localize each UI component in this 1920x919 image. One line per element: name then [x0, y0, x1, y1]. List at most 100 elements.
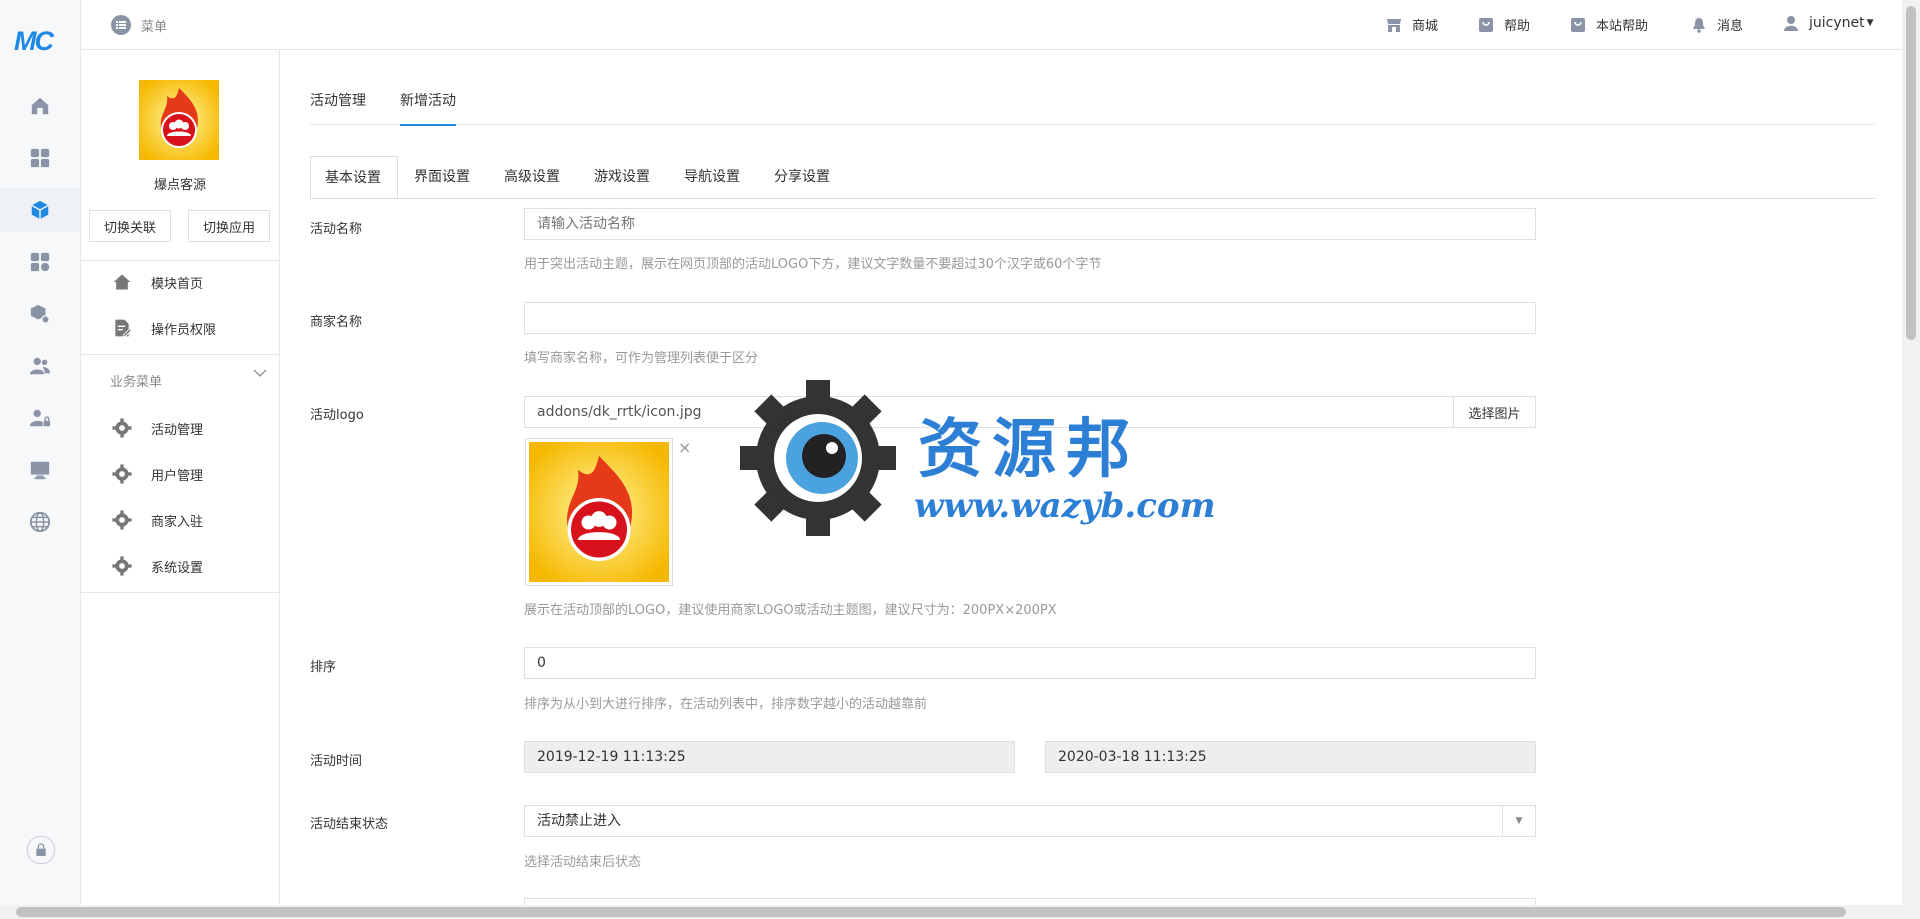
user-name: juicynet	[1809, 15, 1865, 31]
user-icon	[1784, 16, 1798, 31]
divider	[81, 354, 279, 355]
gear-icon	[111, 417, 133, 439]
nav-shop[interactable]: 商城	[1386, 15, 1438, 34]
scroll-thumb[interactable]	[16, 907, 1846, 917]
switch-app-button[interactable]: 切换应用	[188, 210, 270, 242]
end-state-help: 选择活动结束后状态	[524, 855, 642, 870]
menu-item-label: 模块首页	[151, 276, 204, 292]
merchant-name-help: 填写商家名称，可作为管理列表便于区分	[524, 351, 759, 366]
menu-item-label: 商家入驻	[151, 514, 204, 530]
icon-rail: MC	[0, 0, 81, 919]
end-time-input[interactable]: 2020-03-18 11:13:25	[1045, 741, 1536, 773]
app-card: 爆点客源 切换关联 切换应用	[81, 50, 279, 261]
watermark-url: www.wazyb.com	[914, 486, 1216, 526]
end-state-select[interactable]: 活动禁止进入	[524, 805, 1503, 837]
globe-icon[interactable]	[29, 511, 51, 533]
tab-game-settings[interactable]: 游戏设置	[580, 156, 664, 198]
end-state-label: 活动结束状态	[310, 817, 389, 832]
menu-item-label: 用户管理	[151, 468, 204, 484]
sort-label: 排序	[310, 660, 337, 675]
cube-icon[interactable]	[29, 199, 51, 221]
nav-site-help-label: 本站帮助	[1596, 19, 1649, 34]
package-settings-icon[interactable]	[29, 303, 51, 325]
activity-name-label: 活动名称	[310, 222, 363, 237]
site-help-icon	[1571, 17, 1585, 32]
dashboard-icon[interactable]	[29, 147, 51, 169]
monitor-icon[interactable]	[29, 459, 51, 481]
help-icon	[1479, 17, 1493, 32]
vertical-scrollbar[interactable]	[1902, 0, 1920, 905]
nav-help[interactable]: 帮助	[1478, 15, 1530, 34]
chevron-down-icon[interactable]	[253, 368, 267, 378]
lock-icon[interactable]	[27, 836, 55, 864]
top-bar: 菜单 商城 帮助 本站帮助 消息 juicynet ▼	[81, 0, 1902, 50]
caret-down-icon: ▼	[1866, 18, 1874, 28]
activity-name-help: 用于突出活动主题，展示在网页顶部的活动LOGO下方，建议文字数量不要超过30个汉…	[524, 257, 1102, 272]
tab-basic-settings[interactable]: 基本设置	[310, 156, 398, 198]
app-logo-image	[139, 80, 219, 160]
merchant-name-input[interactable]	[524, 302, 1536, 334]
nav-site-help[interactable]: 本站帮助	[1570, 15, 1648, 34]
gear-icon	[111, 555, 133, 577]
app-name: 爆点客源	[153, 178, 206, 193]
apps-icon[interactable]	[29, 251, 51, 273]
sort-input[interactable]: 0	[524, 647, 1536, 679]
business-menu-title[interactable]: 业务菜单	[110, 371, 162, 390]
nav-help-label: 帮助	[1504, 19, 1531, 34]
start-time-input[interactable]: 2019-12-19 11:13:25	[524, 741, 1015, 773]
watermark-title: 资源邦	[918, 412, 1140, 487]
user-menu[interactable]: juicynet ▼	[1783, 15, 1874, 31]
user-lock-icon[interactable]	[29, 407, 51, 429]
bell-icon	[1693, 17, 1705, 33]
menu-item-module-home[interactable]: 模块首页	[81, 262, 279, 302]
home-icon	[111, 271, 133, 293]
menu-item-operator-permissions[interactable]: 操作员权限	[81, 308, 279, 348]
menu-item-label: 操作员权限	[151, 322, 217, 338]
logo-preview-image	[529, 442, 669, 582]
sort-help: 排序为从小到大进行排序，在活动列表中，排序数字越小的活动越靠前	[524, 697, 928, 712]
shop-icon	[1387, 18, 1401, 32]
horizontal-scrollbar[interactable]	[0, 905, 1920, 919]
top-tabs: 活动管理 新增活动	[310, 90, 1875, 126]
gear-eye-icon	[740, 380, 896, 536]
activity-time-label: 活动时间	[310, 754, 363, 769]
activity-logo-help: 展示在活动顶部的LOGO，建议使用商家LOGO或活动主题图，建议尺寸为：200P…	[524, 603, 1057, 618]
tab-nav-settings[interactable]: 导航设置	[670, 156, 754, 198]
nav-messages-label: 消息	[1717, 19, 1744, 34]
users-icon[interactable]	[29, 355, 51, 377]
divider	[81, 592, 279, 593]
menu-item-label: 系统设置	[151, 560, 204, 576]
menu-label: 菜单	[141, 19, 168, 35]
menu-item-merchant-onboarding[interactable]: 商家入驻	[81, 500, 279, 540]
tab-share-settings[interactable]: 分享设置	[760, 156, 844, 198]
list-icon	[111, 15, 131, 35]
tab-interface-settings[interactable]: 界面设置	[400, 156, 484, 198]
tab-advanced-settings[interactable]: 高级设置	[490, 156, 574, 198]
logo-preview	[525, 438, 673, 586]
menu-toggle[interactable]: 菜单	[111, 15, 167, 35]
remove-logo-icon[interactable]: ×	[678, 438, 691, 457]
module-panel: 爆点客源 切换关联 切换应用 模块首页 操作员权限 业务菜单 活动管理 用户管理…	[81, 50, 280, 919]
select-image-button[interactable]: 选择图片	[1453, 396, 1536, 428]
scroll-thumb[interactable]	[1906, 6, 1916, 340]
menu-item-activity-management[interactable]: 活动管理	[81, 408, 279, 448]
home-icon[interactable]	[29, 95, 51, 117]
switch-link-button[interactable]: 切换关联	[89, 210, 171, 242]
watermark: 资源邦 www.wazyb.com	[738, 378, 1216, 538]
activity-name-input[interactable]	[524, 208, 1536, 240]
caret-down-icon: ▼	[1515, 816, 1523, 826]
settings-tabs: 基本设置 界面设置 高级设置 游戏设置 导航设置 分享设置	[310, 156, 1875, 199]
brand-logo[interactable]: MC	[14, 26, 54, 57]
gear-icon	[111, 463, 133, 485]
nav-shop-label: 商城	[1412, 19, 1439, 34]
merchant-name-label: 商家名称	[310, 315, 363, 330]
menu-item-user-management[interactable]: 用户管理	[81, 454, 279, 494]
doc-edit-icon	[111, 317, 133, 339]
tab-add-activity[interactable]: 新增活动	[400, 90, 456, 126]
tab-activity-management[interactable]: 活动管理	[310, 90, 366, 124]
menu-item-system-settings[interactable]: 系统设置	[81, 546, 279, 586]
nav-messages[interactable]: 消息	[1691, 15, 1743, 34]
end-state-dropdown[interactable]: ▼	[1502, 805, 1536, 837]
menu-item-label: 活动管理	[151, 422, 204, 438]
activity-logo-label: 活动logo	[310, 408, 364, 423]
